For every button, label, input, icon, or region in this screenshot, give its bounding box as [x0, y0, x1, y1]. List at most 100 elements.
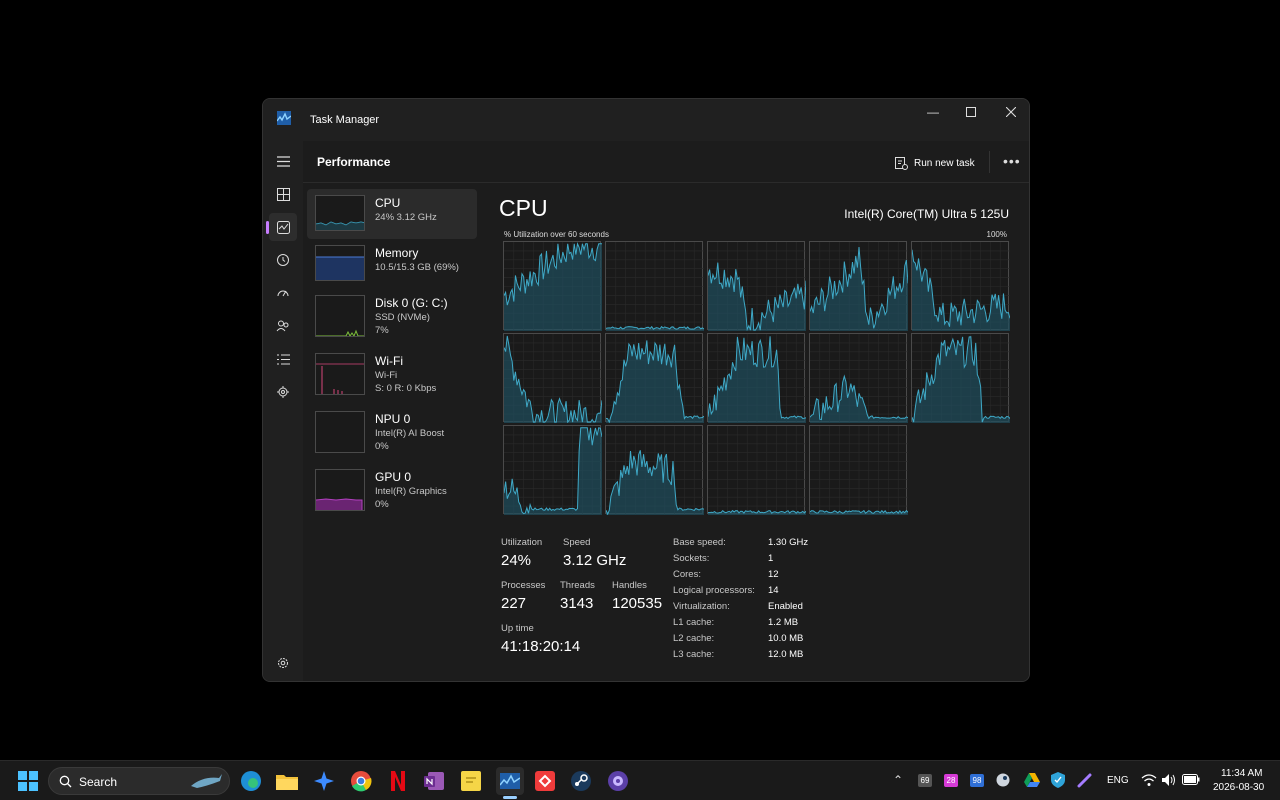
volume-icon[interactable]	[1161, 773, 1177, 787]
anydesk-icon	[535, 771, 555, 791]
media-app[interactable]	[606, 769, 630, 793]
taskbar-search-box[interactable]: Search	[48, 767, 230, 795]
spec-key: L2 cache:	[673, 633, 715, 644]
logical-processor-graph	[707, 241, 807, 332]
tray-badge-2[interactable]: 28	[944, 774, 958, 787]
more-options-icon[interactable]: •••	[1003, 153, 1021, 169]
active-indicator	[266, 221, 269, 234]
edge-app[interactable]	[239, 769, 263, 793]
chrome-app[interactable]	[349, 769, 373, 793]
utilization-graph-max: 100%	[986, 230, 1007, 239]
google-drive-icon[interactable]	[1024, 773, 1040, 787]
start-button[interactable]	[16, 769, 40, 793]
spec-key: L3 cache:	[673, 649, 715, 660]
device-detail: Intel(R) AI Boost	[375, 428, 445, 439]
utilization-trace	[809, 426, 909, 515]
logical-processor-graph	[605, 333, 705, 424]
language-indicator[interactable]: ENG	[1107, 775, 1129, 786]
tray-badge-text: 28	[946, 776, 956, 785]
utilization-trace	[503, 426, 603, 515]
logical-processor-graph	[911, 333, 1011, 423]
spec-value: 1.30 GHz	[768, 537, 809, 548]
logical-processor-graph	[605, 241, 705, 331]
run-new-task-label: Run new task	[914, 157, 975, 169]
nav-processes[interactable]	[269, 180, 297, 208]
netflix-app[interactable]	[386, 769, 410, 793]
utilization-trace	[911, 334, 1011, 423]
disk-thumbnail-graph	[315, 295, 365, 337]
device-item-npu[interactable]: NPU 0 Intel(R) AI Boost 0%	[307, 405, 477, 461]
task-manager-window: Task Manager — Performance Run new task …	[262, 98, 1030, 682]
device-item-cpu[interactable]: CPU 24% 3.12 GHz	[307, 189, 477, 239]
media-player-icon	[608, 771, 628, 791]
nav-users[interactable]	[269, 312, 297, 340]
device-name: CPU	[375, 196, 401, 210]
device-item-disk[interactable]: Disk 0 (G: C:) SSD (NVMe) 7%	[307, 289, 477, 345]
utilization-trace	[605, 334, 705, 424]
threads-value: 3143	[560, 595, 594, 612]
processes-value: 227	[501, 595, 527, 612]
memory-thumbnail-graph	[315, 245, 365, 281]
run-task-icon	[895, 156, 908, 170]
folder-icon	[276, 775, 298, 790]
device-item-memory[interactable]: Memory 10.5/15.3 GB (69%)	[307, 239, 477, 289]
nav-app-history[interactable]	[269, 246, 297, 274]
tray-badge-text: 69	[920, 776, 930, 785]
header-divider	[989, 151, 990, 173]
tray-badge-3[interactable]: 98	[970, 774, 984, 787]
spec-key: Base speed:	[673, 537, 726, 548]
hamburger-menu-button[interactable]	[269, 147, 297, 175]
nav-services[interactable]	[269, 378, 297, 406]
task-manager-taskbar-app[interactable]	[496, 767, 524, 795]
device-item-wifi[interactable]: Wi-Fi Wi-Fi S: 0 R: 0 Kbps	[307, 347, 477, 403]
device-detail: 10.5/15.3 GB (69%)	[375, 262, 459, 273]
device-name: Memory	[375, 246, 419, 260]
spec-value: 14	[768, 585, 779, 596]
wifi-thumbnail-graph	[315, 353, 365, 395]
run-new-task-button[interactable]: Run new task	[895, 153, 975, 173]
gear-icon	[278, 658, 288, 668]
maximize-button[interactable]	[951, 99, 991, 125]
nav-startup-apps[interactable]	[269, 279, 297, 307]
speed-label: Speed	[563, 537, 591, 548]
logical-processor-graph	[707, 333, 807, 423]
clock-time[interactable]: 11:34 AM	[1221, 768, 1263, 779]
pen-icon[interactable]	[1077, 772, 1093, 788]
spec-value: Enabled	[768, 601, 803, 612]
nav-details[interactable]	[269, 345, 297, 373]
spec-value: 10.0 MB	[768, 633, 804, 644]
steam-app[interactable]	[569, 769, 593, 793]
logical-processor-graph	[707, 425, 807, 515]
minimize-button[interactable]: —	[913, 99, 953, 125]
maximize-icon	[966, 107, 976, 117]
battery-icon[interactable]	[1182, 774, 1200, 785]
cpu-model-name: Intel(R) Core(TM) Ultra 5 125U	[844, 207, 1009, 221]
sticky-notes-app[interactable]	[459, 769, 483, 793]
logical-processor-graph	[503, 425, 603, 515]
onenote-icon	[424, 772, 444, 790]
device-item-gpu[interactable]: GPU 0 Intel(R) Graphics 0%	[307, 463, 477, 519]
close-button[interactable]	[991, 99, 1029, 125]
steam-tray-icon[interactable]	[996, 773, 1010, 787]
file-explorer-app[interactable]	[275, 769, 299, 793]
spec-key: L1 cache:	[673, 617, 715, 628]
details-icon	[276, 353, 290, 365]
clock-date[interactable]: 2026-08-30	[1213, 782, 1264, 793]
nav-performance[interactable]	[266, 213, 297, 241]
nav-settings[interactable]	[269, 649, 297, 677]
anydesk-app[interactable]	[533, 769, 557, 793]
onenote-app[interactable]	[422, 769, 446, 793]
copilot-app[interactable]	[312, 769, 336, 793]
device-name: Disk 0 (G: C:)	[375, 296, 448, 310]
logical-processor-graph	[503, 241, 602, 331]
tray-badge-1[interactable]: 69	[918, 774, 932, 787]
security-shield-icon[interactable]	[1051, 772, 1065, 788]
device-detail-2: 7%	[375, 325, 389, 336]
main-panel: Performance Run new task ••• CPU 24% 3.1…	[303, 141, 1029, 681]
wifi-icon[interactable]	[1141, 773, 1157, 787]
logical-processor-graph	[911, 241, 1011, 331]
utilization-value: 24%	[501, 552, 532, 569]
spec-key: Sockets:	[673, 553, 710, 564]
show-hidden-icons-chevron[interactable]: ⌃	[893, 773, 903, 787]
cpu-thumbnail-graph	[315, 195, 365, 231]
